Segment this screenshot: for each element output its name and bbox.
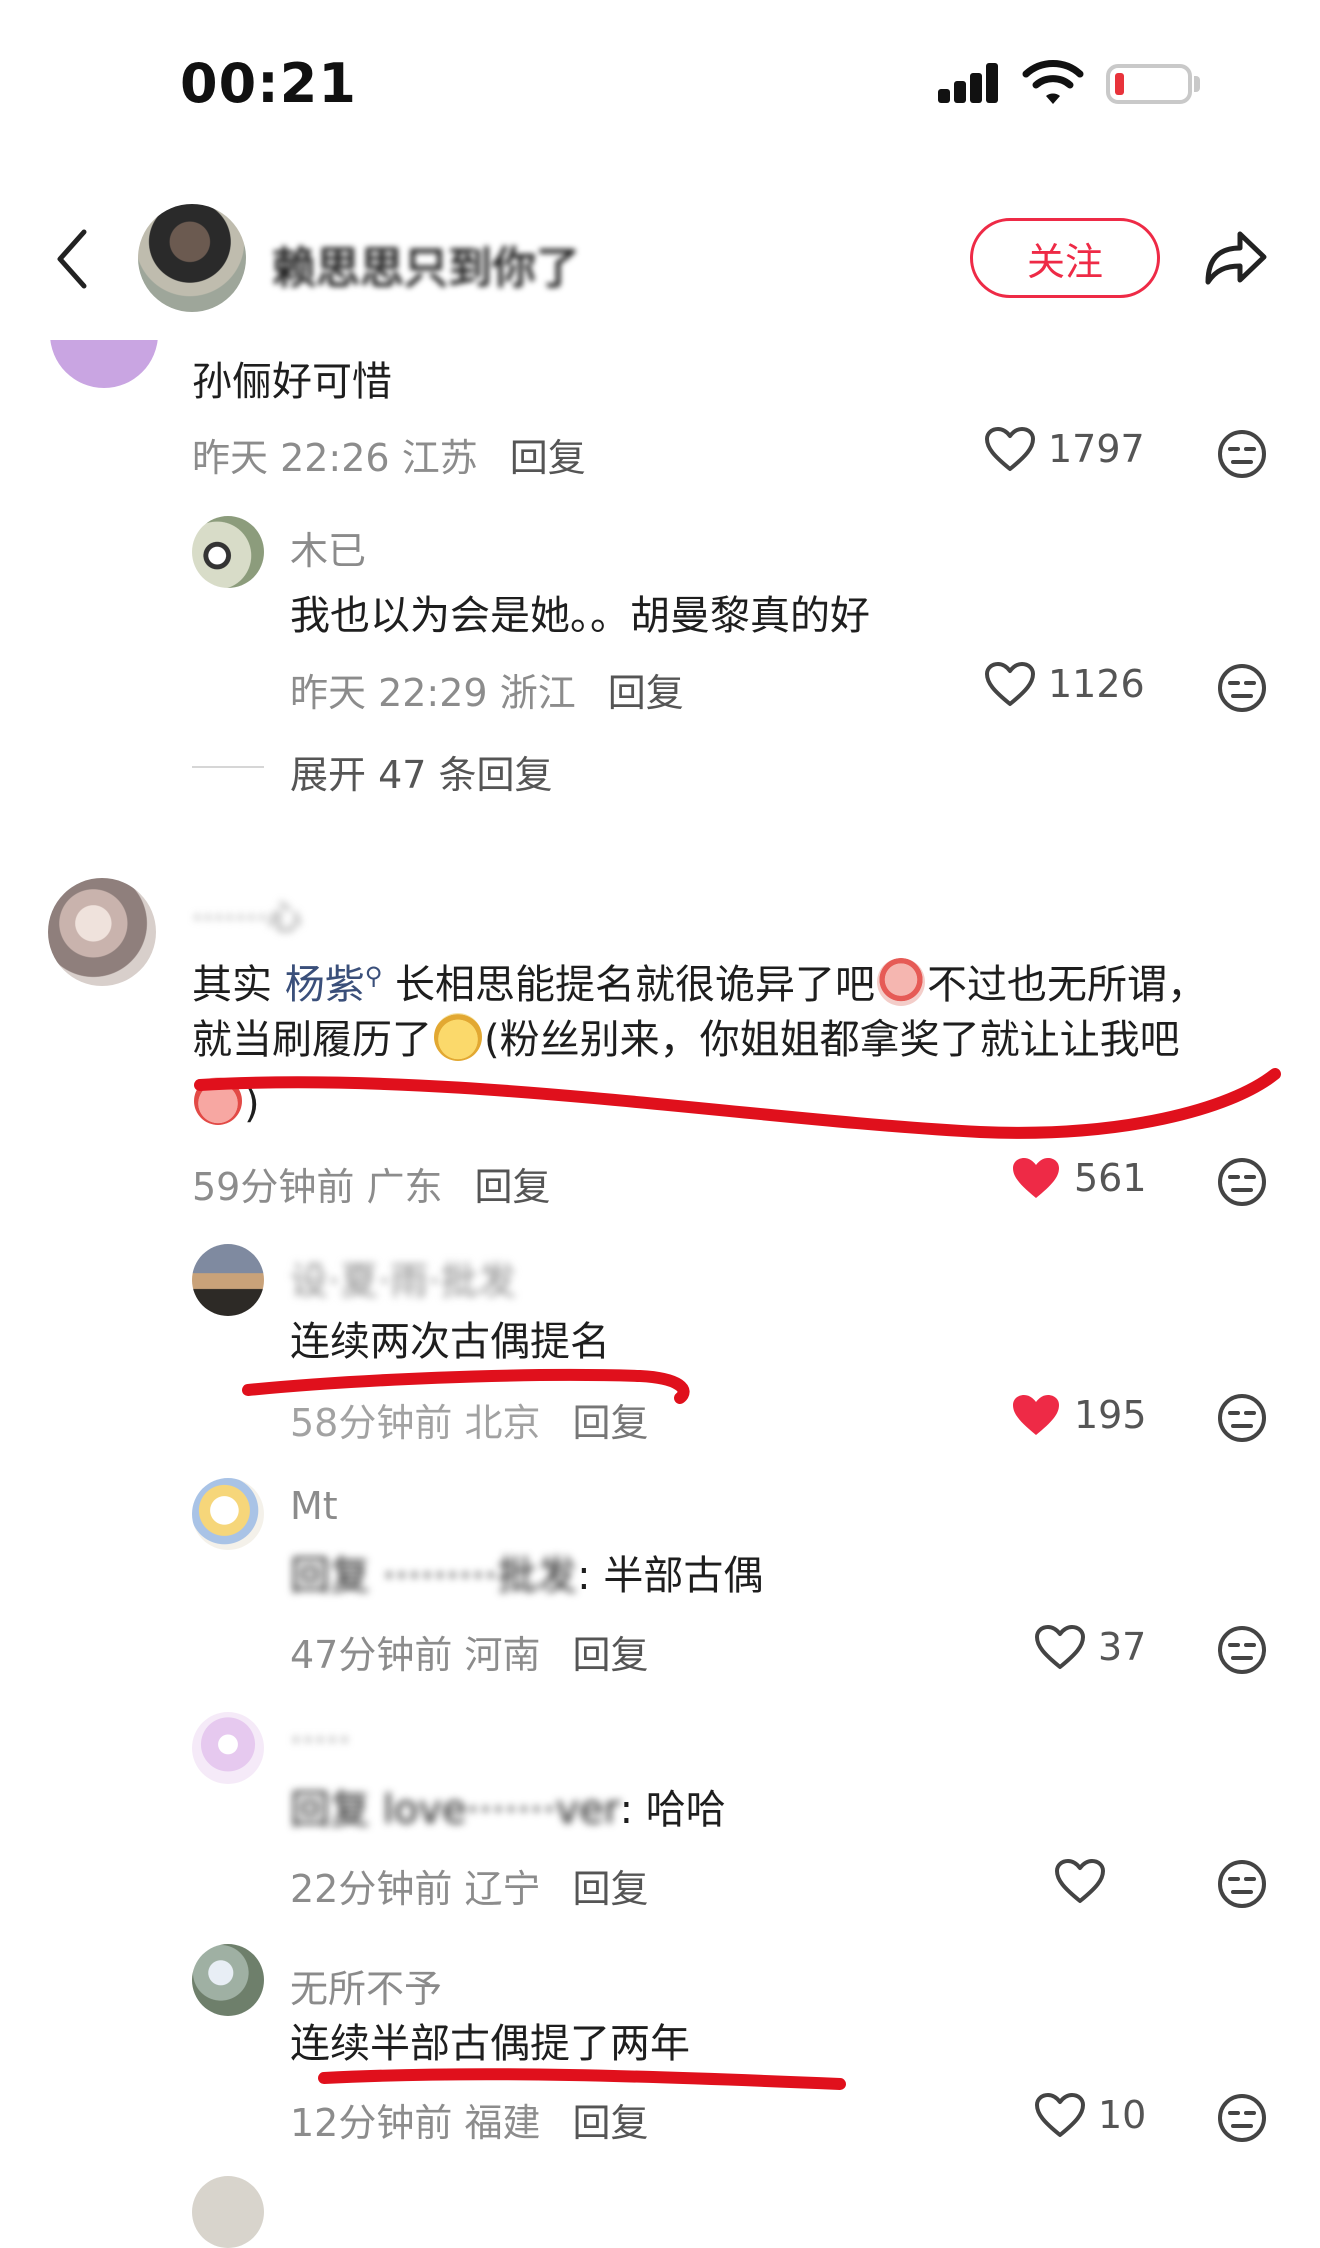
- status-time: 00:21: [180, 52, 357, 115]
- dislike-face-icon[interactable]: [1216, 428, 1268, 480]
- like-button[interactable]: [1054, 1858, 1118, 1904]
- comment-text: 孙俪好可惜: [192, 359, 392, 405]
- follow-button[interactable]: 关注: [970, 218, 1160, 298]
- reply-avatar[interactable]: [192, 1712, 264, 1784]
- crying-emoji-icon: [877, 958, 926, 1006]
- reply-target[interactable]: 回复 love·······ver: [290, 1787, 620, 1833]
- heart-outline-icon: [985, 427, 1035, 471]
- reply-avatar[interactable]: [192, 1944, 264, 2016]
- reply-button[interactable]: 回复: [572, 1633, 648, 1677]
- heart-outline-icon: [1055, 1859, 1105, 1903]
- comment-text-line1: 其实 杨紫⚲ 长相思能提名就很诡异了吧 不过也无所谓，: [192, 944, 1207, 1017]
- angry-emoji-icon: [194, 1077, 242, 1125]
- like-count: 1797: [1048, 427, 1145, 471]
- reply-text: 连续半部古偶提了两年: [290, 2021, 690, 2067]
- reply-meta: 58分钟前 北京 回复: [290, 1401, 649, 1445]
- reply-meta: 12分钟前 福建 回复: [290, 2101, 649, 2145]
- author-avatar[interactable]: [138, 204, 246, 312]
- reply-avatar[interactable]: [192, 1244, 264, 1316]
- dislike-face-icon[interactable]: [1216, 1392, 1268, 1444]
- dislike-face-icon[interactable]: [1216, 1624, 1268, 1676]
- heart-outline-icon: [985, 662, 1035, 706]
- comment-text-line2: 就当刷履历了 (粉丝别来，你姐姐都拿奖了就让让我吧: [192, 1008, 1180, 1072]
- reply-username[interactable]: Mt: [290, 1484, 338, 1528]
- like-button[interactable]: 10: [1034, 2092, 1146, 2138]
- reply-avatar[interactable]: [192, 516, 264, 588]
- reply-username[interactable]: ·····: [290, 1718, 350, 1762]
- dislike-face-icon[interactable]: [1216, 1156, 1268, 1208]
- back-arrow-icon[interactable]: [52, 228, 92, 290]
- expand-replies-link[interactable]: 展开 47 条回复: [290, 744, 553, 799]
- heart-outline-icon: [1035, 2093, 1085, 2137]
- reply-username[interactable]: 设·夏·雨·批发: [290, 1250, 516, 1305]
- expand-divider: [192, 766, 264, 768]
- next-reply-avatar[interactable]: [192, 2176, 264, 2248]
- like-count: 10: [1098, 2093, 1147, 2137]
- dislike-face-icon[interactable]: [1216, 662, 1268, 714]
- underline-mark: [194, 1068, 1281, 1139]
- reply-button[interactable]: 回复: [572, 1867, 648, 1911]
- reply-target[interactable]: 回复 ·········批发: [290, 1553, 577, 1599]
- reply-text: 回复 ·········批发: 半部古偶: [290, 1553, 764, 1599]
- like-count: 1126: [1048, 662, 1145, 706]
- heart-filled-icon: [1013, 1158, 1059, 1198]
- like-button[interactable]: 1126: [984, 661, 1145, 707]
- comment-meta: 59分钟前 广东 回复: [192, 1165, 551, 1209]
- dislike-face-icon[interactable]: [1216, 2092, 1268, 2144]
- like-button[interactable]: 561: [1010, 1155, 1147, 1201]
- reply-username[interactable]: 无所不予: [290, 1958, 442, 2013]
- comment-avatar[interactable]: [50, 340, 158, 388]
- signal-icon: [938, 63, 1000, 103]
- like-count: 37: [1098, 1625, 1147, 1669]
- dislike-face-icon[interactable]: [1216, 1858, 1268, 1910]
- reply-button[interactable]: 回复: [474, 1165, 550, 1209]
- comment-text-line3: ): [192, 1072, 260, 1136]
- like-button[interactable]: 195: [1010, 1392, 1147, 1438]
- like-button[interactable]: 37: [1034, 1624, 1146, 1670]
- heart-filled-icon: [1013, 1395, 1059, 1435]
- author-username[interactable]: 赖思思只到你了: [272, 232, 580, 296]
- mention-link[interactable]: 杨紫: [285, 962, 365, 1008]
- comment-meta: 昨天 22:26 江苏 回复: [192, 436, 586, 480]
- like-count: 561: [1074, 1156, 1147, 1200]
- reply-username[interactable]: 木已: [290, 520, 366, 575]
- reply-avatar[interactable]: [192, 1478, 264, 1550]
- reply-text: 我也以为会是她。。胡曼黎真的好: [290, 593, 870, 639]
- smirk-emoji-icon: [434, 1013, 482, 1061]
- reply-meta: 昨天 22:29 浙江 回复: [290, 671, 684, 715]
- comment-avatar[interactable]: [48, 878, 156, 986]
- share-icon[interactable]: [1200, 226, 1270, 288]
- reply-text: 连续两次古偶提名: [290, 1319, 610, 1365]
- reply-button[interactable]: 回复: [572, 2101, 648, 2145]
- search-icon: ⚲: [364, 962, 383, 990]
- reply-button[interactable]: 回复: [510, 436, 586, 480]
- reply-button[interactable]: 回复: [608, 671, 684, 715]
- reply-meta: 47分钟前 河南 回复: [290, 1633, 649, 1677]
- heart-outline-icon: [1035, 1625, 1085, 1669]
- battery-icon: [1106, 64, 1192, 104]
- like-button[interactable]: 1797: [984, 426, 1145, 472]
- reply-button[interactable]: 回复: [572, 1401, 648, 1445]
- wifi-icon: [1022, 60, 1084, 104]
- reply-text: 回复 love·······ver: 哈哈: [290, 1787, 726, 1833]
- like-count: 195: [1074, 1393, 1147, 1437]
- battery-cap: [1194, 76, 1200, 92]
- comment-username[interactable]: ·······心: [192, 890, 302, 939]
- reply-meta: 22分钟前 辽宁 回复: [290, 1867, 649, 1911]
